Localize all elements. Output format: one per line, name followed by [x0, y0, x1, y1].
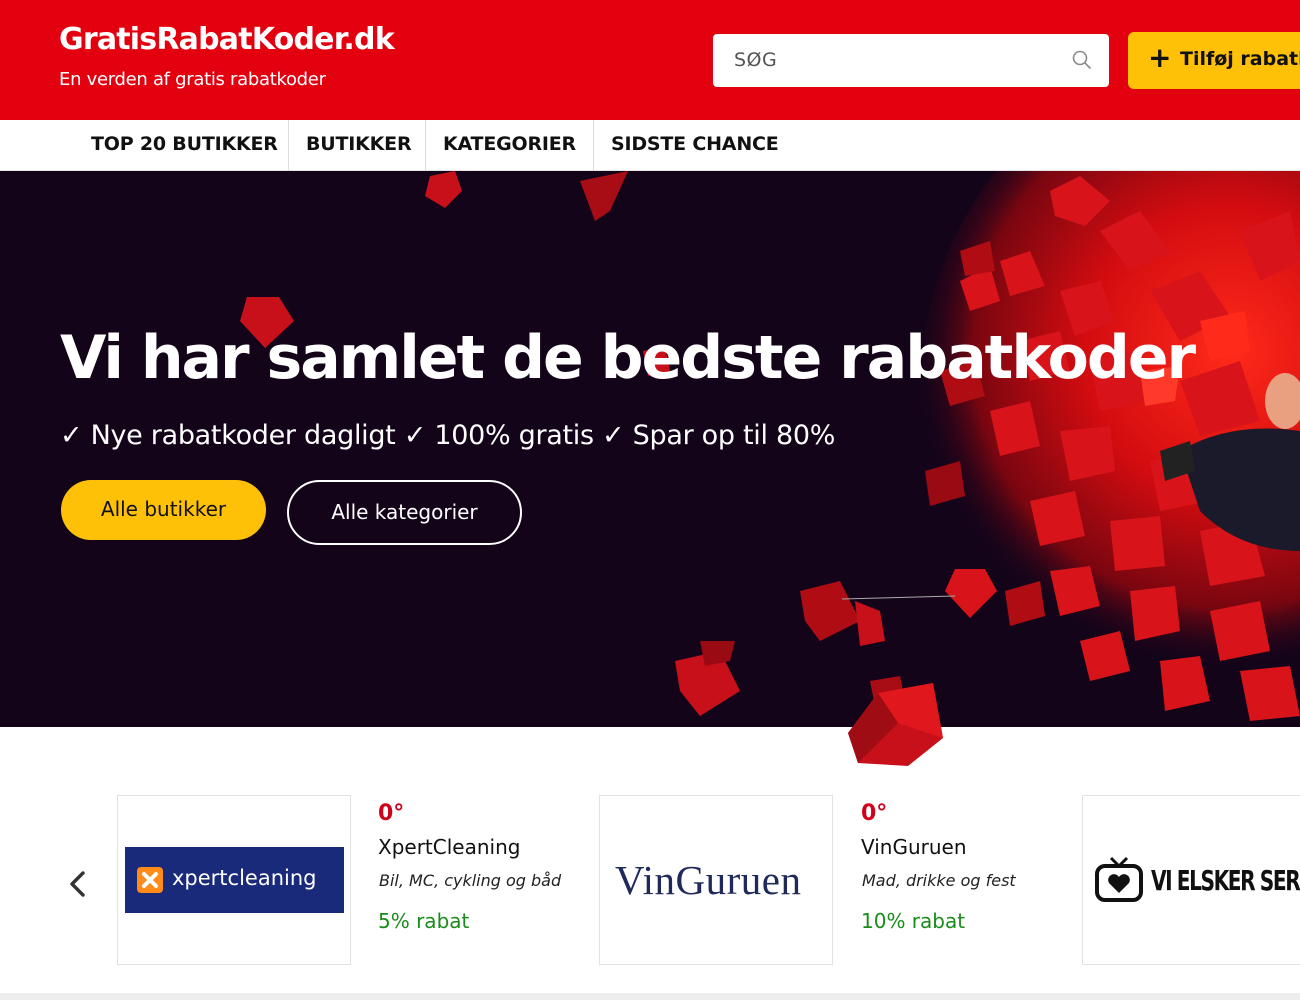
- page-bottom-divider: [0, 993, 1300, 1000]
- hero-title: Vi har samlet de bedste rabatkoder: [60, 323, 1196, 393]
- search-input[interactable]: SØG: [713, 34, 1109, 87]
- xpertcleaning-logo-text: xpertcleaning: [172, 866, 317, 890]
- vielskerserier-logo-text: VI ELSKER SERIER: [1151, 864, 1300, 897]
- deal-temperature: 0°: [861, 801, 888, 826]
- chevron-left-icon[interactable]: [64, 867, 90, 901]
- site-header: GratisRabatKoder.dk En verden af gratis …: [0, 0, 1300, 120]
- store-logo-card[interactable]: VinGuruen: [599, 795, 833, 965]
- deal-discount[interactable]: 5% rabat: [378, 909, 469, 933]
- nav-item-kategorier[interactable]: KATEGORIER: [443, 120, 576, 171]
- store-category: Mad, drikke og fest: [862, 871, 1016, 890]
- nav-item-butikker[interactable]: BUTIKKER: [306, 120, 412, 171]
- deal-temperature: 0°: [378, 801, 405, 826]
- deals-carousel: xpertcleaning 0° XpertCleaning Bil, MC, …: [0, 727, 1300, 1000]
- tv-heart-icon: [1095, 856, 1143, 902]
- store-logo-card[interactable]: xpertcleaning: [117, 795, 351, 965]
- logo-subtitle: En verden af gratis rabatkoder: [59, 69, 326, 90]
- search-icon[interactable]: [1070, 48, 1094, 72]
- main-nav: TOP 20 BUTIKKER BUTIKKER KATEGORIER SIDS…: [0, 120, 1300, 171]
- hero-banner: Vi har samlet de bedste rabatkoder ✓ Nye…: [0, 171, 1300, 727]
- store-name[interactable]: XpertCleaning: [378, 835, 520, 859]
- store-logo-card[interactable]: VI ELSKER SERIER: [1082, 795, 1300, 965]
- add-coupon-label: Tilføj rabatkode: [1180, 48, 1300, 70]
- hero-subtitle: ✓ Nye rabatkoder dagligt ✓ 100% gratis ✓…: [60, 420, 836, 451]
- search-placeholder: SØG: [734, 49, 778, 71]
- nav-divider: [288, 120, 289, 171]
- nav-divider: [425, 120, 426, 171]
- nav-divider: [593, 120, 594, 171]
- all-categories-button[interactable]: Alle kategorier: [287, 480, 522, 545]
- deal-discount[interactable]: 10% rabat: [861, 909, 965, 933]
- logo-title[interactable]: GratisRabatKoder.dk: [59, 22, 395, 57]
- xpertcleaning-logo: xpertcleaning: [125, 847, 344, 913]
- store-category: Bil, MC, cykling og båd: [379, 871, 562, 890]
- plus-icon: +: [1148, 41, 1172, 74]
- nav-item-top20[interactable]: TOP 20 BUTIKKER: [91, 120, 278, 171]
- x-logo-icon: [137, 867, 163, 893]
- nav-item-sidste-chance[interactable]: SIDSTE CHANCE: [611, 120, 779, 171]
- store-name[interactable]: VinGuruen: [861, 835, 967, 859]
- all-stores-button[interactable]: Alle butikker: [61, 480, 266, 540]
- add-coupon-button[interactable]: + Tilføj rabatkode: [1128, 32, 1300, 89]
- vinguruen-logo-text: VinGuruen: [615, 857, 802, 903]
